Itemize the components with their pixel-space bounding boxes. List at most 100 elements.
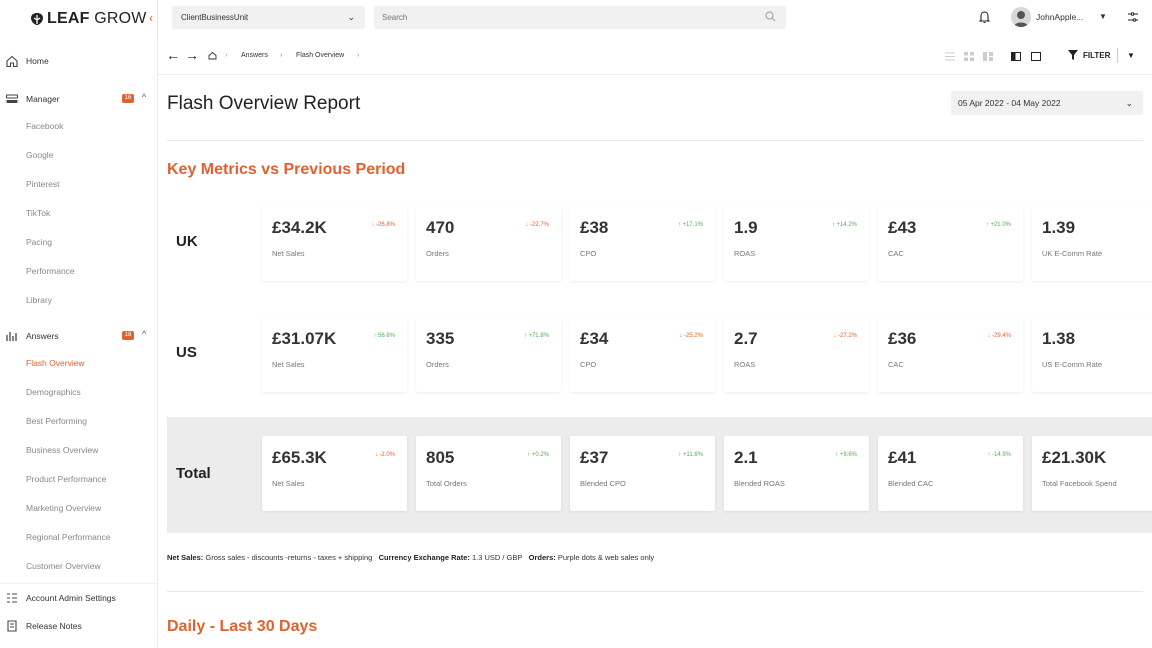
logo[interactable]: LEAF GROW ‹ [0, 0, 157, 38]
metric-card[interactable]: £36 ↓ -29.4% CAC [878, 317, 1023, 392]
sidebar-item-regional-performance[interactable]: Regional Performance [0, 523, 157, 552]
metric-card[interactable]: £65.3K ↓ -2.0% Net Sales [262, 436, 407, 511]
metric-change-value: -27.2% [837, 333, 857, 339]
metric-card[interactable]: £43 ↑ +21.0% CAC [878, 206, 1023, 281]
metric-change-value: -2.0% [379, 452, 395, 458]
date-range-select[interactable]: 05 Apr 2022 - 04 May 2022 ⌄ [951, 91, 1143, 115]
metric-card[interactable]: £41 ↑ -14.9% Blended CAC [878, 436, 1023, 511]
metric-change-value: -22.7% [529, 222, 549, 228]
region-row-uk: UK £34.2K ↓ -26.8% Net Sales 470 ↓ -22.7% Orde… [167, 190, 1152, 300]
footnote-fx-text: 1.3 USD / GBP [469, 553, 523, 562]
metric-change-value: +21.0% [990, 222, 1011, 228]
search-input[interactable] [374, 6, 786, 29]
sidebar-item-google[interactable]: Google [0, 141, 157, 170]
sidebar-item-release-notes[interactable]: Release Notes [0, 612, 157, 640]
single-panel-icon[interactable] [1031, 52, 1041, 61]
metric-change-value: -29.4% [991, 333, 1011, 339]
metric-value: 1.38 [1042, 329, 1076, 348]
footnote: Net Sales: Gross sales - discounts -retu… [167, 553, 654, 562]
collapse-sidebar-icon[interactable]: ‹ [145, 10, 157, 26]
metric-card[interactable]: 335 ↑ +71.8% Orders [416, 317, 561, 392]
breadcrumb-answers[interactable]: Answers [241, 52, 268, 59]
list-view-icon[interactable] [945, 52, 955, 61]
page-title: Flash Overview Report [167, 93, 361, 114]
metric-value: 470 [426, 218, 455, 237]
footnote-fx-label: Currency Exchange Rate: [378, 553, 470, 562]
sidebar-item-business-overview[interactable]: Business Overview [0, 436, 157, 465]
metric-card[interactable]: £21.30K• • Total Facebook Spend [1032, 436, 1152, 511]
filter-button[interactable]: FILTER [1068, 50, 1110, 60]
metric-card[interactable]: £34.2K ↓ -26.8% Net Sales [262, 206, 407, 281]
sidebar-item-home[interactable]: Home [0, 48, 157, 74]
search-icon[interactable] [765, 11, 776, 22]
tile-view-icon[interactable] [983, 52, 993, 61]
footnote-orders-label: Orders: [528, 553, 556, 562]
metric-change-value: +9.6% [839, 452, 857, 458]
settings-sliders-icon[interactable] [1127, 11, 1139, 23]
metric-card[interactable]: 1.38↑ US E-Comm Rate [1032, 317, 1152, 392]
region-label: UK [176, 233, 198, 250]
sidebar-item-library[interactable]: Library [0, 286, 157, 315]
sidebar-item-label: Account Admin Settings [26, 593, 116, 603]
metric-card[interactable]: 1.9 ↑ +14.2% ROAS [724, 206, 869, 281]
back-arrow-icon[interactable]: ← [166, 48, 180, 62]
caret-down-icon[interactable]: ▼ [1099, 12, 1107, 21]
sidebar-item-label: Answers [26, 331, 59, 341]
filter-icon [1068, 50, 1078, 60]
sidebar-item-manager[interactable]: Manager 16 ^ [0, 86, 157, 112]
metric-card[interactable]: £34 ↓ -25.2% CPO [570, 317, 715, 392]
metric-card[interactable]: £31.07K ↑ 56.6% Net Sales [262, 317, 407, 392]
breadcrumb-separator: › [225, 52, 228, 59]
chevron-down-icon: ⌄ [347, 12, 355, 22]
metric-value: £21.30K [1042, 448, 1107, 467]
metric-card[interactable]: 1.39↓ UK E-Comm Rate [1032, 206, 1152, 281]
metric-change: ↓ -26.8% [371, 222, 395, 228]
filter-caret-down-icon[interactable]: ▼ [1127, 51, 1135, 60]
sidebar-item-product-performance[interactable]: Product Performance [0, 465, 157, 494]
avatar[interactable] [1011, 7, 1031, 27]
metric-card[interactable]: £38 ↑ +17.1% CPO [570, 206, 715, 281]
metric-label: Net Sales [272, 249, 305, 258]
forward-arrow-icon[interactable]: → [185, 48, 199, 62]
answers-badge: 18 [122, 331, 134, 340]
home-breadcrumb-icon[interactable] [208, 51, 217, 60]
sidebar-item-pinterest[interactable]: Pinterest [0, 170, 157, 199]
chevron-up-icon[interactable]: ^ [142, 92, 146, 102]
username[interactable]: JohnApple... [1036, 12, 1083, 22]
metric-value: £43 [888, 218, 917, 237]
home-icon [6, 55, 18, 68]
metric-card[interactable]: 805 ↑ +0.2% Total Orders [416, 436, 561, 511]
split-panel-icon[interactable] [1011, 52, 1021, 61]
metric-card[interactable]: 470 ↓ -22.7% Orders [416, 206, 561, 281]
grid-view-icon[interactable] [964, 52, 974, 61]
sidebar-item-account-admin[interactable]: Account Admin Settings [0, 584, 157, 612]
metric-value: 805 [426, 448, 455, 467]
topbar: ClientBusinessUnit ⌄ JohnApple... ▼ [158, 0, 1152, 38]
metric-change-value: 56.6% [377, 333, 395, 339]
sidebar: LEAF GROW ‹ Home Manager 16 ^ Facebook G… [0, 0, 158, 648]
sidebar-item-performance[interactable]: Performance [0, 257, 157, 286]
sidebar-item-customer-overview[interactable]: Customer Overview [0, 552, 157, 581]
sidebar-item-label: Release Notes [26, 621, 82, 631]
sidebar-item-marketing-overview[interactable]: Marketing Overview [0, 494, 157, 523]
metric-label: CAC [888, 249, 904, 258]
sidebar-item-demographics[interactable]: Demographics [0, 378, 157, 407]
sidebar-item-flash-overview[interactable]: Flash Overview [0, 349, 157, 378]
region-row-total: Total £65.3K ↓ -2.0% Net Sales 805 ↑ +0.2% Tot… [167, 417, 1152, 533]
metric-card[interactable]: £37 ↑ +11.6% Blended CPO [570, 436, 715, 511]
metric-change: ↑ +21.0% [986, 222, 1011, 228]
business-unit-select[interactable]: ClientBusinessUnit ⌄ [172, 6, 365, 29]
bell-icon[interactable] [978, 10, 991, 24]
sidebar-item-best-performing[interactable]: Best Performing [0, 407, 157, 436]
sidebar-item-pacing[interactable]: Pacing [0, 228, 157, 257]
chevron-down-icon: ⌄ [1125, 98, 1133, 108]
sidebar-item-answers[interactable]: Answers 18 ^ [0, 323, 157, 349]
metric-card[interactable]: 2.1 ↑ +9.6% Blended ROAS [724, 436, 869, 511]
metric-change-value: -25.2% [683, 333, 703, 339]
sidebar-item-tiktok[interactable]: TikTok [0, 199, 157, 228]
metric-card[interactable]: 2.7 ↓ -27.2% ROAS [724, 317, 869, 392]
breadcrumb-flash-overview[interactable]: Flash Overview [296, 52, 344, 59]
sidebar-item-facebook[interactable]: Facebook [0, 112, 157, 141]
metric-change: ↑ +9.6% [835, 452, 857, 458]
chevron-up-icon[interactable]: ^ [142, 329, 146, 339]
